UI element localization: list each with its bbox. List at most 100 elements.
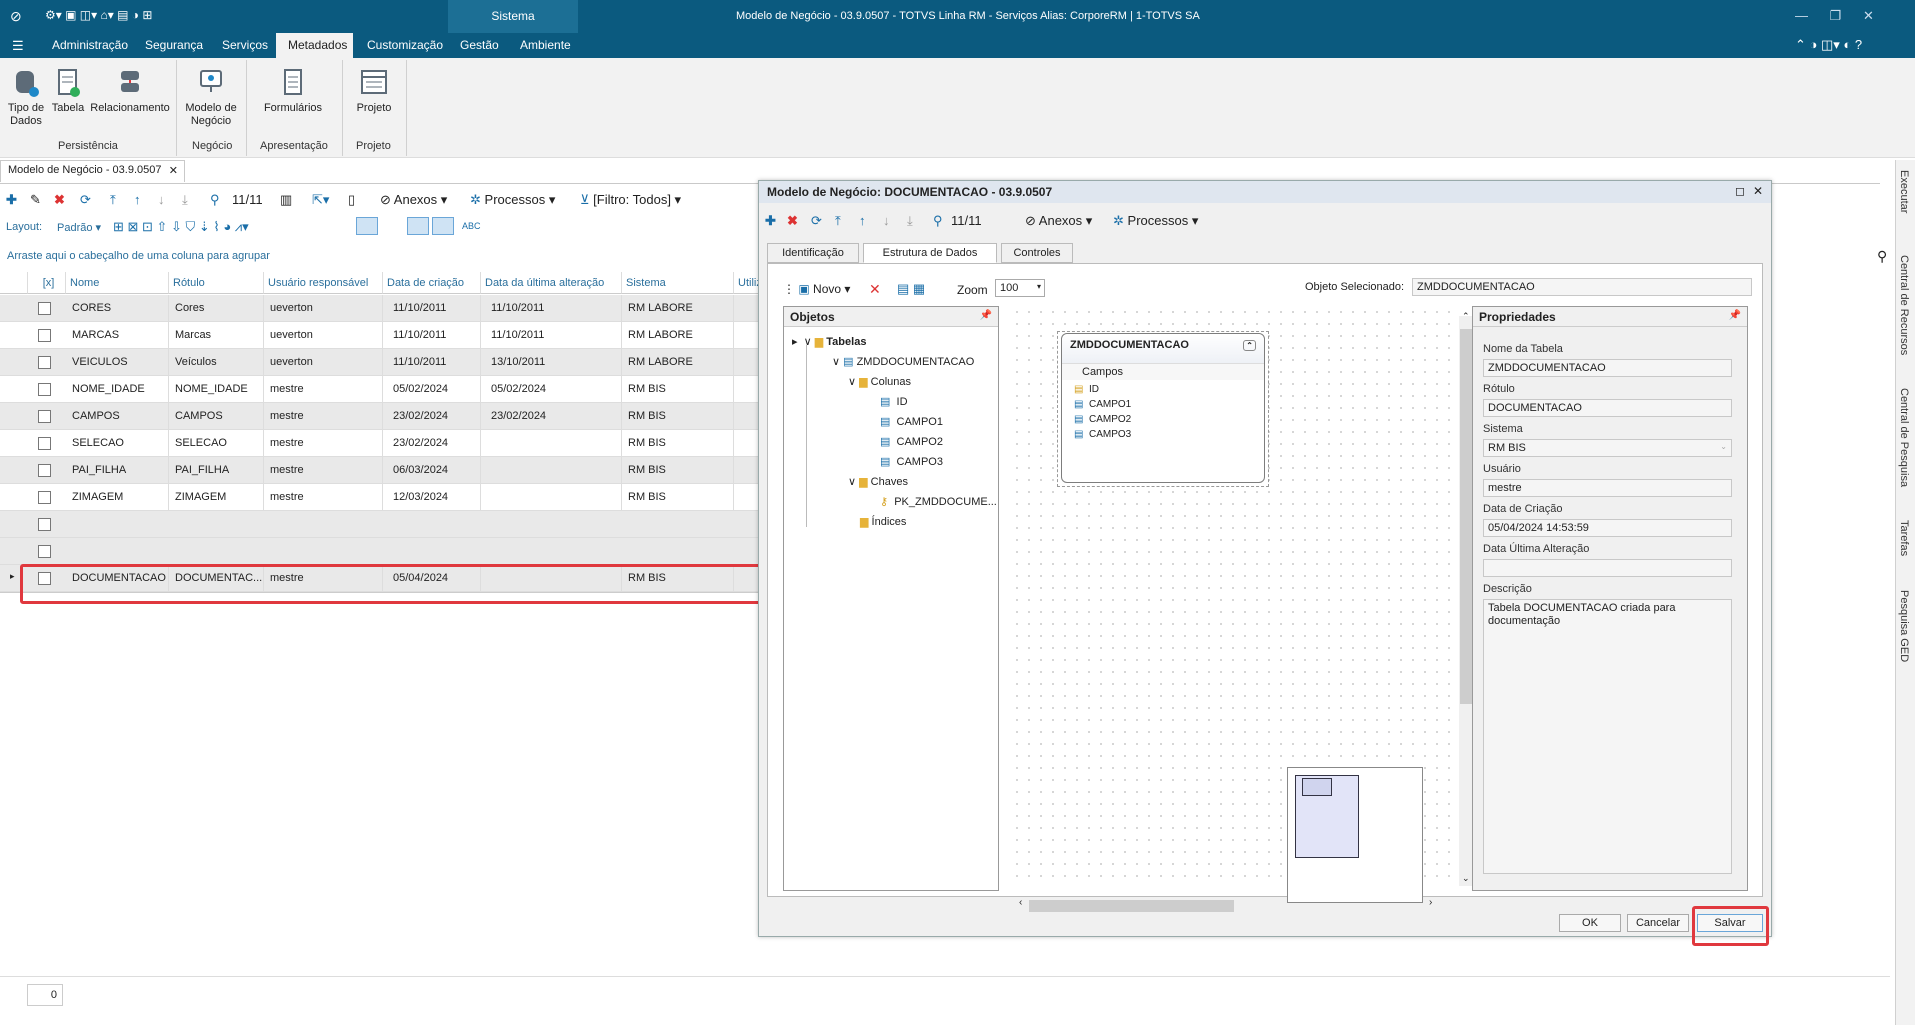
add-icon[interactable]: ✚: [6, 192, 17, 208]
menu-ambiente[interactable]: Ambiente: [520, 38, 571, 52]
entity-field[interactable]: ▤ CAMPO2: [1074, 412, 1252, 427]
canvas-hscroll-thumb[interactable]: [1029, 900, 1234, 912]
scroll-up-icon[interactable]: ⌃: [1462, 311, 1470, 322]
table-row[interactable]: ZIMAGEM ZIMAGEM mestre 12/03/2024 RM BIS: [0, 484, 760, 511]
col-rotulo[interactable]: Rótulo: [169, 272, 264, 294]
refresh-icon[interactable]: ⟳: [80, 192, 91, 208]
entity-field[interactable]: ▤ ID: [1074, 382, 1252, 397]
pin-icon[interactable]: 📌: [980, 310, 992, 321]
tree-table[interactable]: ∨ ▤ ZMDDOCUMENTACAO: [832, 355, 974, 368]
menu-gestao[interactable]: Gestão: [460, 38, 499, 52]
row-checkbox[interactable]: [38, 491, 51, 504]
prev-record-icon[interactable]: ↑: [134, 192, 141, 207]
row-checkbox[interactable]: [38, 302, 51, 315]
dlg-anexos-dropdown[interactable]: ⊘ Anexos ▾: [1025, 213, 1092, 229]
tree-chaves[interactable]: ∨ ▆ Chaves: [848, 475, 908, 488]
dlg-processos-dropdown[interactable]: ✲ Processos ▾: [1113, 213, 1198, 229]
entity-field[interactable]: ▤ CAMPO3: [1074, 427, 1252, 442]
entity-box[interactable]: ZMDDOCUMENTACAO ⌃ Campos ▤ ID ▤ CAMPO1 ▤…: [1061, 333, 1265, 483]
novo-dropdown[interactable]: ⋮ ▣ Novo ▾: [783, 282, 850, 296]
row-checkbox[interactable]: [38, 383, 51, 396]
hamburger-icon[interactable]: ☰: [12, 38, 24, 54]
tree-col-campo2[interactable]: ▤ CAMPO2: [880, 435, 943, 448]
menu-servicos[interactable]: Serviços: [222, 38, 268, 52]
menu-administracao[interactable]: Administração: [52, 38, 128, 52]
processos-dropdown[interactable]: ✲ Processos ▾: [470, 192, 555, 208]
view-mode-buttons[interactable]: [356, 217, 466, 237]
rail-pesquisa-ged[interactable]: Pesquisa GED: [1898, 590, 1910, 662]
rail-tarefas[interactable]: Tarefas: [1898, 520, 1910, 556]
menu-right-icons[interactable]: ⌃ ◑ ◫▾ ◐ ?: [1795, 37, 1862, 53]
table-row[interactable]: CORES Cores ueverton 11/10/2011 11/10/2011 RM…: [0, 295, 760, 322]
window-controls[interactable]: — ❐ ✕: [1795, 8, 1874, 24]
rotulo-field[interactable]: DOCUMENTACAO: [1483, 399, 1732, 417]
layout-select[interactable]: Padrão ▾: [57, 221, 101, 234]
scroll-down-icon[interactable]: ⌄: [1462, 873, 1470, 884]
props-pin-icon[interactable]: 📌: [1729, 310, 1741, 321]
tabela-button[interactable]: Tabela: [50, 68, 86, 115]
tree-col-campo1[interactable]: ▤ CAMPO1: [880, 415, 943, 428]
data-criacao-field[interactable]: 05/04/2024 14:53:59: [1483, 519, 1732, 537]
tab-controles[interactable]: Controles: [1001, 243, 1073, 263]
data-alteracao-field[interactable]: [1483, 559, 1732, 577]
tree-indices[interactable]: ▆ Índices: [860, 515, 906, 528]
tab-identificacao[interactable]: Identificação: [767, 243, 859, 263]
usuario-field[interactable]: mestre: [1483, 479, 1732, 497]
cancelar-button[interactable]: Cancelar: [1627, 914, 1689, 932]
menu-seguranca[interactable]: Segurança: [145, 38, 203, 52]
empty-row[interactable]: [0, 538, 760, 565]
tree-pk[interactable]: ⚷ PK_ZMDDOCUME...: [880, 495, 997, 508]
sistema-tab[interactable]: Sistema: [448, 0, 578, 33]
row-checkbox[interactable]: [38, 329, 51, 342]
rail-executar[interactable]: Executar: [1898, 170, 1910, 213]
delete-icon[interactable]: ✖: [54, 192, 65, 208]
dlg-search-icon[interactable]: ⚲: [933, 213, 943, 229]
grid-search-icon[interactable]: ⚲: [1877, 248, 1887, 265]
menu-metadados[interactable]: Metadados: [288, 38, 347, 52]
col-nome[interactable]: Nome: [66, 272, 169, 294]
col-select-all[interactable]: [x]: [28, 272, 66, 294]
dlg-prev-icon[interactable]: ↑: [859, 213, 866, 228]
formularios-button[interactable]: Formulários: [258, 68, 328, 115]
col-data-criacao[interactable]: Data de criação: [383, 272, 481, 294]
rail-central-recursos[interactable]: Central de Recursos: [1898, 255, 1910, 355]
row-checkbox[interactable]: [38, 464, 51, 477]
zoom-select[interactable]: 100 ▾: [995, 279, 1045, 297]
menu-customizacao[interactable]: Customização: [367, 38, 443, 52]
quick-access-icons[interactable]: ⚙▾ ▣ ◫▾ ⌂▾ ▤ ◑ ⊞: [45, 8, 152, 22]
next-record-icon[interactable]: ↓: [158, 192, 165, 207]
document-icon[interactable]: ▯: [348, 192, 355, 208]
tree-colunas[interactable]: ∨ ▆ Colunas: [848, 375, 911, 388]
table-row[interactable]: SELECAO SELECAO mestre 23/02/2024 RM BIS: [0, 430, 760, 457]
filtro-dropdown[interactable]: ⊻ [Filtro: Todos] ▾: [580, 192, 681, 208]
dlg-first-icon[interactable]: ⤒: [835, 213, 841, 229]
projeto-button[interactable]: Projeto: [352, 68, 396, 115]
table-row[interactable]: MARCAS Marcas ueverton 11/10/2011 11/10/2011…: [0, 322, 760, 349]
col-usuario[interactable]: Usuário responsável: [264, 272, 383, 294]
tab-estrutura-dados[interactable]: Estrutura de Dados: [863, 243, 997, 263]
descricao-field[interactable]: Tabela DOCUMENTACAO criada para document…: [1483, 599, 1732, 874]
table-row[interactable]: PAI_FILHA PAI_FILHA mestre 06/03/2024 RM BIS: [0, 457, 760, 484]
anexos-dropdown[interactable]: ⊘ Anexos ▾: [380, 192, 447, 208]
table-row[interactable]: NOME_IDADE NOME_IDADE mestre 05/02/2024 05/0…: [0, 376, 760, 403]
col-sistema[interactable]: Sistema: [622, 272, 734, 294]
spellcheck-icon[interactable]: ABC: [462, 221, 481, 231]
columns-icon[interactable]: ▥: [280, 192, 292, 208]
row-checkbox[interactable]: [38, 437, 51, 450]
entity-field[interactable]: ▤ CAMPO1: [1074, 397, 1252, 412]
maximize-icon[interactable]: ◻: [1735, 184, 1745, 198]
row-checkbox[interactable]: [38, 545, 51, 558]
book-icons[interactable]: ▤ ▦: [897, 281, 925, 297]
close-tab-icon[interactable]: ✕: [169, 164, 178, 177]
row-checkbox[interactable]: [38, 518, 51, 531]
app-menu-icon[interactable]: ⊘: [10, 8, 22, 25]
table-row[interactable]: CAMPOS CAMPOS mestre 23/02/2024 23/02/2024 RM…: [0, 403, 760, 430]
row-checkbox[interactable]: [38, 356, 51, 369]
tipo-dados-button[interactable]: Tipo de Dados: [4, 68, 48, 128]
last-record-icon[interactable]: ⤓: [182, 192, 188, 208]
tree-col-campo3[interactable]: ▤ CAMPO3: [880, 455, 943, 468]
layout-icons[interactable]: ⊞ ⊠ ⊡ ⇧ ⇩ ⛉ ⇣ ⌇ ◕ ⩘▾: [113, 219, 249, 235]
diagram-minimap[interactable]: [1287, 767, 1423, 903]
relacionamento-button[interactable]: Relacionamento: [90, 68, 170, 115]
canvas-vscroll-thumb[interactable]: [1460, 329, 1472, 704]
